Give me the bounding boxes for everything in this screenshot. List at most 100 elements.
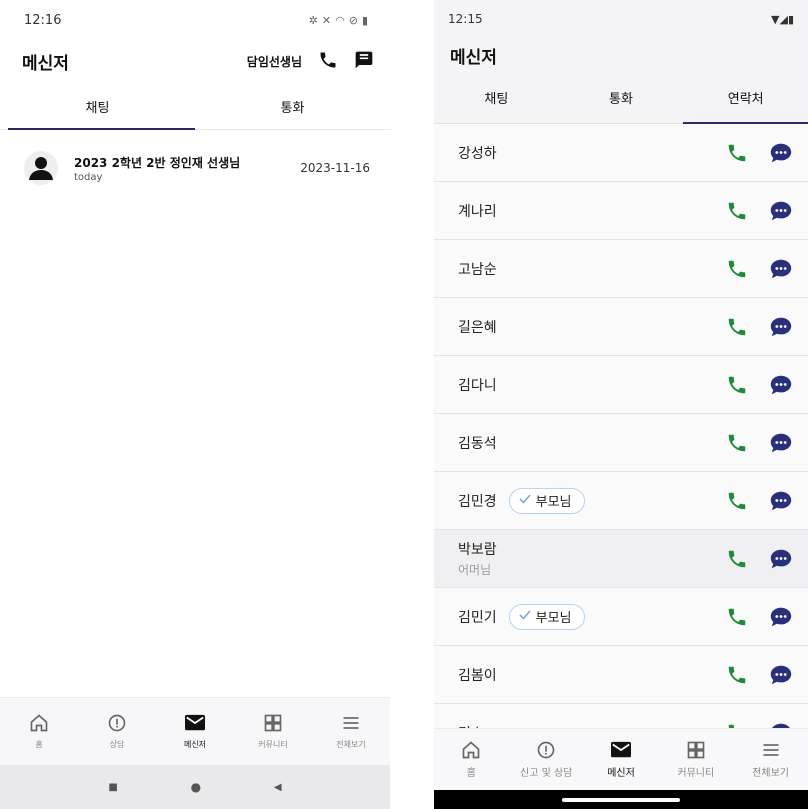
contact-text: 김봄이 bbox=[458, 665, 497, 685]
contact-text: 김동석 bbox=[458, 433, 497, 453]
contact-info: 김민경 부모님 bbox=[458, 487, 724, 514]
app-header: 메신저 담임선생님 bbox=[0, 40, 390, 82]
contact-row[interactable]: 고남순 bbox=[434, 240, 808, 298]
home-button[interactable]: ● bbox=[191, 780, 201, 794]
chat-list-item[interactable]: 2023 2학년 2반 정인재 선생님 today 2023-11-16 bbox=[0, 144, 390, 192]
call-icon[interactable] bbox=[724, 662, 750, 688]
left-phone-screen: 12:16 ✲ ✕ ◠ ⊘ ▮ 메신저 담임선생님 채팅 통화 2023 2학년… bbox=[0, 0, 390, 809]
nav-home[interactable]: 홈 bbox=[434, 729, 509, 790]
mail-icon bbox=[610, 741, 631, 758]
contact-info: 계나리 bbox=[458, 201, 724, 221]
nav-label: 메신저 bbox=[183, 740, 207, 749]
badge-label: 부모님 bbox=[535, 611, 572, 626]
recent-apps-button[interactable]: ■ bbox=[108, 782, 117, 793]
system-gesture-bar bbox=[434, 790, 808, 809]
tab-bar: 채팅 통화 연락처 bbox=[434, 72, 808, 124]
contact-row[interactable]: 박보람 어머님 bbox=[434, 530, 808, 588]
contact-row[interactable]: 김민기 부모님 bbox=[434, 588, 808, 646]
mail-icon bbox=[185, 714, 205, 731]
chat-bubble-icon[interactable] bbox=[768, 662, 794, 688]
status-icons: ✲ ✕ ◠ ⊘ ▮ bbox=[309, 14, 368, 27]
contact-info: 김봄이 bbox=[458, 665, 724, 685]
contact-info: 박보람 어머님 bbox=[458, 539, 724, 578]
back-button[interactable]: ◀ bbox=[274, 782, 282, 793]
chat-bubble-icon[interactable] bbox=[768, 372, 794, 398]
tab-chat[interactable]: 채팅 bbox=[434, 72, 559, 123]
home-indicator[interactable] bbox=[562, 797, 680, 802]
call-icon[interactable] bbox=[724, 314, 750, 340]
call-icon[interactable] bbox=[724, 430, 750, 456]
tab-call[interactable]: 통화 bbox=[559, 72, 684, 123]
signal-icon: ◢ bbox=[779, 12, 788, 26]
chat-bubble-icon[interactable] bbox=[768, 314, 794, 340]
grid-icon bbox=[687, 741, 705, 759]
teacher-label[interactable]: 담임선생님 bbox=[247, 53, 302, 70]
chat-bubble-icon[interactable] bbox=[768, 430, 794, 456]
call-icon[interactable] bbox=[724, 372, 750, 398]
app-header: 메신저 bbox=[434, 38, 808, 72]
call-icon[interactable] bbox=[724, 546, 750, 572]
grid-icon bbox=[264, 714, 282, 732]
message-icon[interactable] bbox=[354, 50, 374, 73]
nav-messenger[interactable]: 메신저 bbox=[156, 698, 234, 765]
call-icon[interactable] bbox=[724, 198, 750, 224]
contact-name: 강성하 bbox=[458, 145, 497, 162]
chat-bubble-icon[interactable] bbox=[768, 140, 794, 166]
system-nav-bar: ■ ● ◀ bbox=[0, 765, 390, 809]
chat-bubble-icon[interactable] bbox=[768, 546, 794, 572]
home-icon bbox=[463, 741, 480, 759]
contact-name: 김봄이 bbox=[458, 667, 497, 684]
contact-text: 김다니 bbox=[458, 375, 497, 395]
status-icons: ▼◢▮ bbox=[771, 13, 794, 26]
contact-text: 고남순 bbox=[458, 259, 497, 279]
menu-icon bbox=[343, 717, 359, 729]
chat-date: 2023-11-16 bbox=[300, 161, 370, 175]
chat-name: 2023 2학년 2반 정인재 선생님 bbox=[74, 155, 241, 170]
chat-bubble-icon[interactable] bbox=[768, 256, 794, 282]
nav-counsel[interactable]: 상담 bbox=[78, 698, 156, 765]
bottom-nav: 홈 신고 및 상담 메신저 커뮤니티 전체보기 bbox=[434, 728, 808, 790]
parent-badge: 부모님 bbox=[508, 487, 585, 514]
tab-call[interactable]: 통화 bbox=[195, 84, 390, 129]
contact-row[interactable]: 김다니 bbox=[434, 356, 808, 414]
tab-label: 연락처 bbox=[727, 92, 764, 107]
nav-all[interactable]: 전체보기 bbox=[312, 698, 390, 765]
chat-subtitle: today bbox=[74, 171, 103, 183]
bottom-nav: 홈 상담 메신저 커뮤니티 전체보기 bbox=[0, 697, 390, 765]
contact-text: 박보람 어머님 bbox=[458, 539, 497, 578]
chat-bubble-icon[interactable] bbox=[768, 488, 794, 514]
contact-row[interactable]: 길은혜 bbox=[434, 298, 808, 356]
contact-name: 고남순 bbox=[458, 261, 497, 278]
contact-name: 박보람 bbox=[458, 542, 497, 558]
call-icon[interactable] bbox=[724, 256, 750, 282]
nav-messenger[interactable]: 메신저 bbox=[584, 729, 659, 790]
contact-info: 길은혜 bbox=[458, 317, 724, 337]
call-icon[interactable] bbox=[724, 604, 750, 630]
nav-all[interactable]: 전체보기 bbox=[733, 729, 808, 790]
contact-row[interactable]: 강성하 bbox=[434, 124, 808, 182]
contact-row[interactable]: 김동석 bbox=[434, 414, 808, 472]
nav-label: 전체보기 bbox=[752, 768, 789, 779]
contact-row[interactable]: 김민경 부모님 bbox=[434, 472, 808, 530]
nav-home[interactable]: 홈 bbox=[0, 698, 78, 765]
phone-icon[interactable] bbox=[318, 50, 338, 73]
contact-name: 김동석 bbox=[458, 435, 497, 452]
nav-community[interactable]: 커뮤니티 bbox=[658, 729, 733, 790]
contact-actions bbox=[724, 140, 794, 166]
nav-label: 홈 bbox=[466, 768, 476, 779]
call-icon[interactable] bbox=[724, 140, 750, 166]
tab-contacts[interactable]: 연락처 bbox=[683, 72, 808, 124]
contact-actions bbox=[724, 546, 794, 572]
contact-row[interactable]: 계나리 bbox=[434, 182, 808, 240]
chat-bubble-icon[interactable] bbox=[768, 604, 794, 630]
mute-icon: ✕ bbox=[321, 13, 332, 27]
nav-report-counsel[interactable]: 신고 및 상담 bbox=[509, 729, 584, 790]
badge-label: 부모님 bbox=[535, 495, 572, 510]
alert-icon bbox=[537, 741, 555, 759]
tab-chat[interactable]: 채팅 bbox=[0, 84, 195, 130]
nav-community[interactable]: 커뮤니티 bbox=[234, 698, 312, 765]
call-icon[interactable] bbox=[724, 488, 750, 514]
status-time: 12:16 bbox=[24, 12, 62, 28]
contact-row[interactable]: 김봄이 bbox=[434, 646, 808, 704]
chat-bubble-icon[interactable] bbox=[768, 198, 794, 224]
